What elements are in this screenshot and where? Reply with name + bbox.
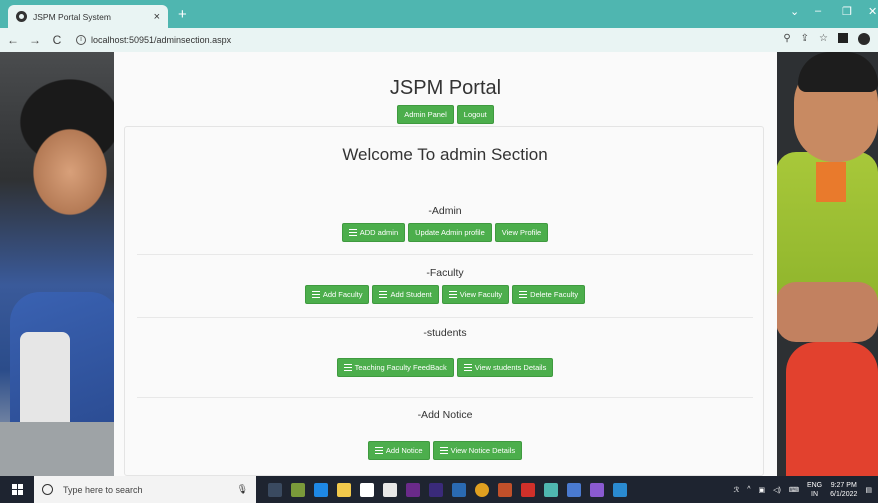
profile-avatar-icon[interactable] bbox=[858, 33, 870, 45]
tray-chevron-icon[interactable]: ^ bbox=[747, 486, 750, 493]
list-icon bbox=[448, 291, 457, 298]
people-icon[interactable]: ℛ bbox=[734, 486, 740, 494]
taskbar-apps bbox=[268, 482, 627, 497]
app-icon[interactable] bbox=[613, 482, 627, 497]
view-notice-details-button[interactable]: View Notice Details bbox=[432, 441, 523, 460]
welcome-heading: Welcome To admin Section bbox=[342, 145, 548, 164]
content-card: JSPM Portal Admin Panel Logout Welcome T… bbox=[114, 52, 777, 476]
notice-section-label: -Add Notice bbox=[417, 409, 473, 421]
clock-date: 6/1/2022 bbox=[830, 490, 858, 498]
app-icon[interactable] bbox=[291, 482, 305, 497]
windows-taskbar: Type here to search 🎙 ℛ ^ ▣ ◁) ⌨ ENG IN … bbox=[0, 476, 878, 503]
taskbar-search-placeholder: Type here to search bbox=[63, 484, 143, 495]
update-admin-profile-button[interactable]: Update Admin profile bbox=[408, 223, 492, 242]
faculty-section-label: -Faculty bbox=[426, 267, 464, 279]
file-explorer-icon[interactable] bbox=[337, 482, 351, 497]
reload-icon[interactable]: C bbox=[48, 33, 66, 47]
list-icon bbox=[439, 447, 448, 454]
list-icon bbox=[463, 364, 472, 371]
restore-icon[interactable]: ❐ bbox=[842, 5, 852, 18]
address-bar-actions: ⚲ ⇪ ☆ bbox=[783, 33, 870, 45]
taskbar-search[interactable]: Type here to search 🎙 bbox=[34, 476, 256, 503]
add-notice-button[interactable]: Add Notice bbox=[367, 441, 430, 460]
teaching-faculty-feedback-button[interactable]: Teaching Faculty FeedBack bbox=[336, 358, 454, 377]
store-icon[interactable] bbox=[383, 482, 397, 497]
site-info-icon[interactable]: i bbox=[76, 35, 86, 45]
premiere-icon[interactable] bbox=[406, 482, 420, 497]
delete-faculty-button[interactable]: Delete Faculty bbox=[512, 285, 586, 304]
search-circle-icon bbox=[42, 484, 53, 495]
volume-icon[interactable]: ◁) bbox=[773, 486, 781, 494]
students-section-label: -students bbox=[423, 327, 467, 339]
admin-button-row: ADD admin Update Admin profile View Prof… bbox=[125, 223, 765, 242]
browser-tab-bar: JSPM Portal System × + ⌄ – ❐ ✕ bbox=[0, 0, 878, 28]
list-icon bbox=[379, 291, 388, 298]
url-text: localhost:50951/adminsection.aspx bbox=[91, 35, 232, 45]
list-icon bbox=[348, 229, 357, 236]
clock[interactable]: 9:27 PM 6/1/2022 bbox=[830, 481, 857, 499]
address-bar: ← → C i localhost:50951/adminsection.asp… bbox=[0, 28, 878, 52]
admin-section-panel: Welcome To admin Section -Admin ADD admi… bbox=[124, 126, 764, 476]
url-field[interactable]: i localhost:50951/adminsection.aspx bbox=[76, 35, 231, 45]
tab-search-chevron-icon[interactable]: ⌄ bbox=[790, 5, 799, 18]
app-icon[interactable] bbox=[521, 482, 535, 497]
add-admin-button[interactable]: ADD admin bbox=[341, 223, 406, 242]
task-view-icon[interactable] bbox=[268, 482, 282, 497]
language-indicator[interactable]: ENG IN bbox=[807, 481, 822, 499]
microphone-icon[interactable]: 🎙 bbox=[237, 484, 248, 495]
list-icon bbox=[311, 291, 320, 298]
divider bbox=[137, 317, 753, 318]
back-icon[interactable]: ← bbox=[4, 33, 22, 47]
start-button[interactable] bbox=[0, 476, 34, 503]
divider bbox=[137, 254, 753, 255]
view-students-details-button[interactable]: View students Details bbox=[456, 358, 554, 377]
logout-button[interactable]: Logout bbox=[456, 105, 494, 124]
extension-icon[interactable] bbox=[838, 33, 848, 43]
keyboard-icon[interactable]: ⌨ bbox=[789, 486, 799, 494]
share-icon[interactable]: ⇪ bbox=[801, 33, 809, 45]
site-favicon-icon bbox=[16, 11, 27, 22]
system-tray: ℛ ^ ▣ ◁) ⌨ ENG IN 9:27 PM 6/1/2022 ▤ bbox=[734, 481, 878, 499]
notice-button-row: Add Notice View Notice Details bbox=[125, 441, 765, 460]
forward-icon[interactable]: → bbox=[26, 33, 44, 47]
list-icon bbox=[343, 364, 352, 371]
minimize-icon[interactable]: – bbox=[815, 5, 821, 17]
illustrator-icon[interactable] bbox=[498, 482, 512, 497]
network-icon[interactable]: ▣ bbox=[759, 486, 766, 494]
view-profile-button[interactable]: View Profile bbox=[494, 223, 549, 242]
mail-icon[interactable] bbox=[360, 482, 374, 497]
app-icon[interactable] bbox=[429, 482, 443, 497]
add-student-button[interactable]: Add Student bbox=[372, 285, 439, 304]
tab-title: JSPM Portal System bbox=[33, 11, 111, 22]
admin-section-label: -Admin bbox=[428, 205, 462, 217]
divider bbox=[137, 397, 753, 398]
list-icon bbox=[374, 447, 383, 454]
photoshop-icon[interactable] bbox=[452, 482, 466, 497]
view-faculty-button[interactable]: View Faculty bbox=[441, 285, 510, 304]
admin-panel-button[interactable]: Admin Panel bbox=[397, 105, 454, 124]
visual-studio-icon[interactable] bbox=[590, 482, 604, 497]
student-photo-right bbox=[776, 52, 878, 476]
close-window-icon[interactable]: ✕ bbox=[868, 5, 877, 18]
new-tab-icon[interactable]: + bbox=[178, 6, 187, 23]
top-nav: Admin Panel Logout bbox=[114, 105, 777, 124]
clock-time: 9:27 PM bbox=[830, 481, 857, 489]
list-icon bbox=[519, 291, 528, 298]
windows-logo-icon bbox=[11, 484, 23, 495]
students-button-row: Teaching Faculty FeedBack View students … bbox=[125, 358, 765, 377]
site-title: JSPM Portal bbox=[389, 77, 502, 99]
app-icon[interactable] bbox=[567, 482, 581, 497]
chrome-icon[interactable] bbox=[475, 482, 489, 497]
add-faculty-button[interactable]: Add Faculty bbox=[304, 285, 370, 304]
faculty-button-row: Add Faculty Add Student View Faculty Del… bbox=[125, 285, 765, 304]
active-app-icon[interactable] bbox=[544, 482, 558, 497]
bookmark-star-icon[interactable]: ☆ bbox=[819, 33, 828, 45]
zoom-icon[interactable]: ⚲ bbox=[783, 33, 790, 45]
edge-icon[interactable] bbox=[314, 482, 328, 497]
browser-tab[interactable]: JSPM Portal System × bbox=[8, 5, 168, 28]
notification-icon[interactable]: ▤ bbox=[865, 486, 872, 494]
tab-close-icon[interactable]: × bbox=[154, 11, 160, 23]
